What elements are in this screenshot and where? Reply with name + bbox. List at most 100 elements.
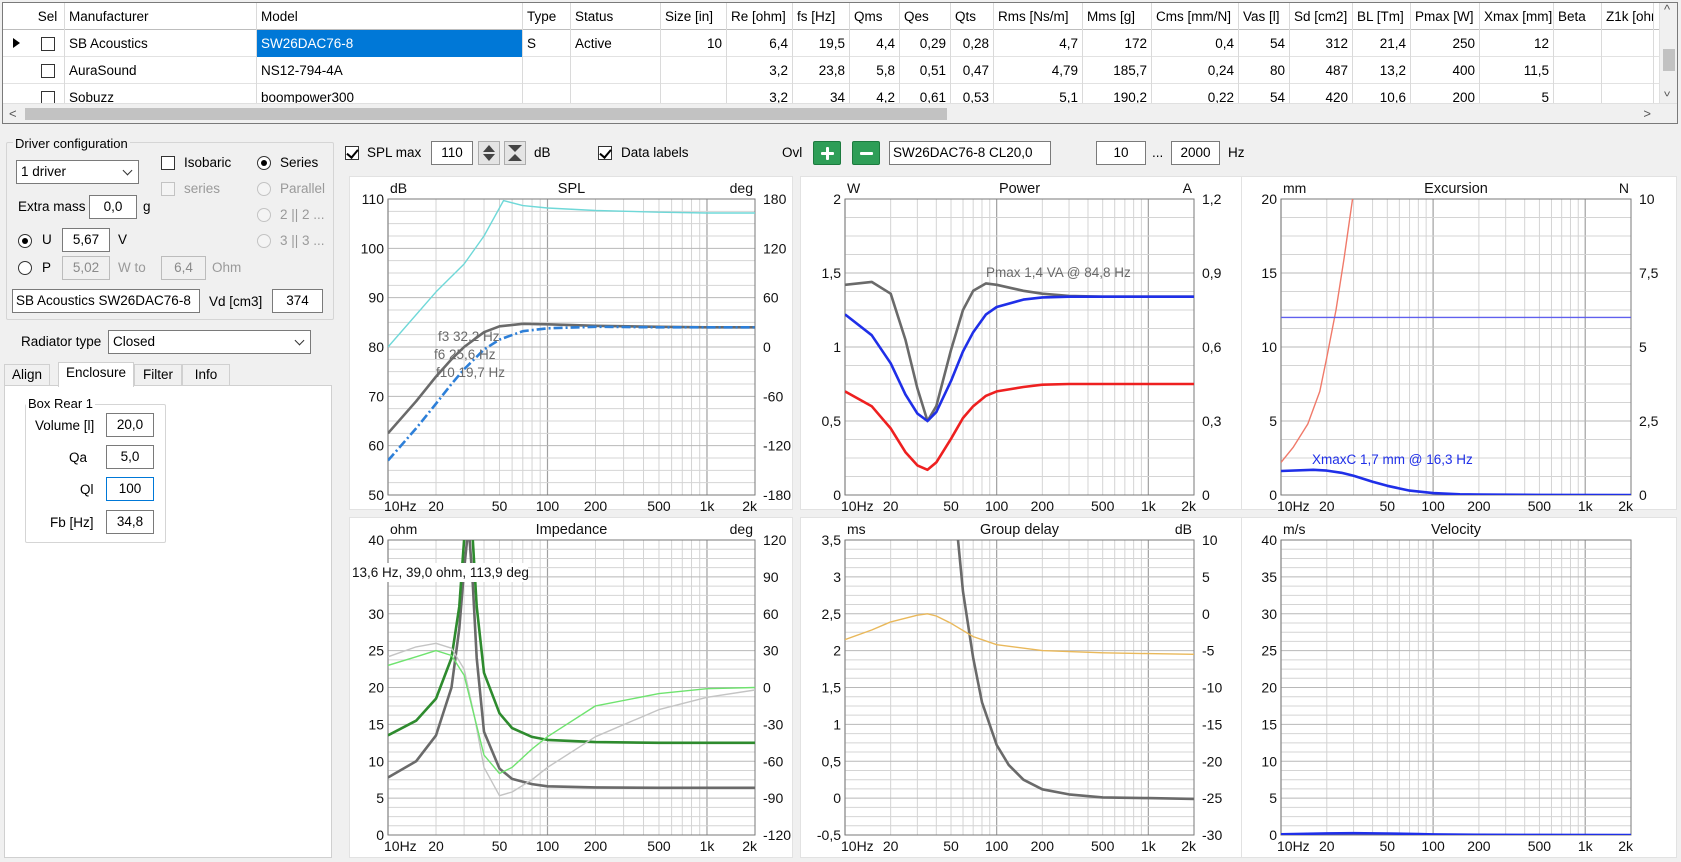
column-header[interactable]: Cms [mm/N] xyxy=(1152,3,1239,30)
velocity-chart-plot[interactable]: Velocitym/s403530252015105010Hz 20 50 100 20… xyxy=(1242,518,1678,859)
overlay-name-field[interactable]: SW26DAC76-8 CL20,0 xyxy=(889,141,1051,165)
column-header[interactable]: Qes xyxy=(900,3,951,30)
table-cell[interactable]: 11,5 xyxy=(1480,57,1554,84)
scroll-thumb[interactable] xyxy=(1663,49,1675,71)
column-header[interactable]: Status xyxy=(571,3,661,30)
qa-input[interactable]: 5,0 xyxy=(106,445,154,469)
table-cell[interactable]: 0,29 xyxy=(900,30,951,57)
series-parallel-2-radio[interactable] xyxy=(257,208,271,222)
table-cell[interactable]: 19,5 xyxy=(793,30,850,57)
column-header[interactable]: Type xyxy=(523,3,571,30)
spl-chart-plot[interactable]: SPL dB deg 110 100 90 80 70 60 50 180 120 60 0 -60 -120… xyxy=(350,177,794,511)
table-cell[interactable]: 10 xyxy=(661,30,727,57)
table-cell[interactable] xyxy=(661,57,727,84)
parallel-radio[interactable] xyxy=(257,182,271,196)
scroll-left-icon[interactable]: < xyxy=(9,104,17,123)
table-cell[interactable]: 6,4 xyxy=(727,30,793,57)
column-header[interactable]: Sd [cm2] xyxy=(1290,3,1353,30)
column-header[interactable]: Mms [g] xyxy=(1083,3,1152,30)
table-cell[interactable]: 12 xyxy=(1480,30,1554,57)
voltage-radio[interactable] xyxy=(18,234,32,248)
driver-grid[interactable]: Sel Manufacturer Model Type Status Size [in] R… xyxy=(2,2,1678,124)
column-header[interactable]: Beta xyxy=(1554,3,1602,30)
table-cell[interactable]: 0,4 xyxy=(1152,30,1239,57)
driver-name-field[interactable]: SB Acoustics SW26DAC76-8 xyxy=(12,289,200,313)
fb-input[interactable]: 34,8 xyxy=(106,510,154,534)
row-select-checkbox[interactable] xyxy=(40,37,55,52)
column-header[interactable]: Z1k [ohm xyxy=(1602,3,1654,30)
column-header[interactable]: Size [in] xyxy=(661,3,727,30)
impedance-chart-plot[interactable]: Impedanceohmdeg4035302520151050120906030… xyxy=(350,518,794,859)
volume-input[interactable]: 20,0 xyxy=(106,413,154,437)
add-overlay-icon[interactable] xyxy=(813,141,841,165)
freq-to-input[interactable]: 2000 xyxy=(1171,141,1220,165)
table-cell[interactable]: NS12-794-4A xyxy=(257,57,523,84)
table-cell[interactable]: 487 xyxy=(1290,57,1353,84)
table-row[interactable]: SB Acoustics SW26DAC76-8 S Active 10 6,4 19,5 4… xyxy=(3,30,1659,57)
table-cell[interactable]: 23,8 xyxy=(793,57,850,84)
table-cell[interactable]: 0,24 xyxy=(1152,57,1239,84)
table-cell[interactable]: 3,2 xyxy=(727,57,793,84)
column-header[interactable]: Manufacturer xyxy=(65,3,257,30)
grid-vertical-scrollbar[interactable]: ^ ^ xyxy=(1659,3,1677,103)
table-row[interactable]: AuraSound NS12-794-4A 3,2 23,8 5,8 0,51 0,47 4,… xyxy=(3,57,1659,84)
table-cell[interactable] xyxy=(1602,30,1654,57)
table-cell[interactable]: AuraSound xyxy=(65,57,257,84)
extra-mass-input[interactable]: 0,0 xyxy=(89,195,137,219)
column-header[interactable]: Re [ohm] xyxy=(727,3,793,30)
radiator-type-select[interactable]: Closed xyxy=(108,330,311,354)
column-header[interactable]: BL [Tm] xyxy=(1353,3,1411,30)
table-cell[interactable]: 54 xyxy=(1239,30,1290,57)
power-input[interactable]: 5,02 xyxy=(62,256,110,280)
table-cell[interactable]: 250 xyxy=(1411,30,1480,57)
column-header[interactable]: fs [Hz] xyxy=(793,3,850,30)
tab-info[interactable]: Info xyxy=(182,364,230,386)
table-cell[interactable] xyxy=(1602,57,1654,84)
table-cell[interactable]: 5,8 xyxy=(850,57,900,84)
select-cell[interactable] xyxy=(31,30,65,57)
tab-filter[interactable]: Filter xyxy=(134,364,182,386)
impedance-chart[interactable]: Impedanceohmdeg4035302520151050120906030… xyxy=(349,517,793,858)
column-header[interactable]: Rms [Ns/m] xyxy=(994,3,1083,30)
table-cell[interactable]: 0,28 xyxy=(951,30,994,57)
isobaric-series-checkbox[interactable] xyxy=(161,182,175,196)
isobaric-checkbox[interactable] xyxy=(161,156,175,170)
load-ohm-input[interactable]: 6,4 xyxy=(161,256,206,280)
select-cell[interactable] xyxy=(31,57,65,84)
table-cell[interactable]: 21,4 xyxy=(1353,30,1411,57)
series-parallel-3-radio[interactable] xyxy=(257,234,271,248)
table-cell[interactable]: 4,7 xyxy=(994,30,1083,57)
series-radio[interactable] xyxy=(257,156,271,170)
scroll-down-icon[interactable]: ^ xyxy=(1664,81,1670,101)
spl-max-spinner[interactable] xyxy=(478,141,500,165)
column-header[interactable]: Pmax [W] xyxy=(1411,3,1480,30)
group-delay-chart[interactable]: Group delay ms dB 3,5 3 2,5 2 1,5 1 0,5 0 -0,5 10 5 0-… xyxy=(800,517,1244,858)
column-header[interactable]: Sel xyxy=(31,3,65,30)
scroll-right-icon[interactable]: > xyxy=(1643,104,1651,123)
column-header[interactable]: Model xyxy=(257,3,523,30)
ql-input[interactable]: 100 xyxy=(106,477,154,501)
remove-overlay-icon[interactable] xyxy=(852,141,880,165)
row-select-checkbox[interactable] xyxy=(40,64,55,79)
vd-input[interactable]: 374 xyxy=(272,289,323,313)
table-cell[interactable] xyxy=(1554,30,1602,57)
table-cell[interactable]: 172 xyxy=(1083,30,1152,57)
scroll-thumb[interactable] xyxy=(25,108,947,120)
spl-chart[interactable]: SPL dB deg 110 100 90 80 70 60 50 180 120 60 0 -60 -120… xyxy=(349,176,794,511)
table-cell[interactable] xyxy=(571,57,661,84)
spl-max-checkbox[interactable] xyxy=(345,146,359,160)
group-delay-chart-plot[interactable]: Group delayms dB3,532,521,510,50-0,51050-… xyxy=(801,518,1245,859)
table-cell[interactable]: 185,7 xyxy=(1083,57,1152,84)
excursion-chart-plot[interactable]: Excursionmm N20151050107,552,5010Hz 20 50 10… xyxy=(1242,177,1678,511)
column-header[interactable]: Qms xyxy=(850,3,900,30)
table-cell[interactable]: 0,51 xyxy=(900,57,951,84)
table-cell[interactable]: 312 xyxy=(1290,30,1353,57)
table-cell[interactable]: Active xyxy=(571,30,661,57)
grid-horizontal-scrollbar[interactable]: < > xyxy=(3,103,1677,123)
column-header[interactable]: Qts xyxy=(951,3,994,30)
power-radio[interactable] xyxy=(18,261,32,275)
driver-count-select[interactable]: 1 driver xyxy=(16,160,139,184)
data-labels-checkbox[interactable] xyxy=(598,146,612,160)
column-header[interactable]: Vas [l] xyxy=(1239,3,1290,30)
velocity-chart[interactable]: Velocity m/s 40 35 30 25 20 15 10 5 0 10Hz 20 50 100 20… xyxy=(1241,517,1677,858)
